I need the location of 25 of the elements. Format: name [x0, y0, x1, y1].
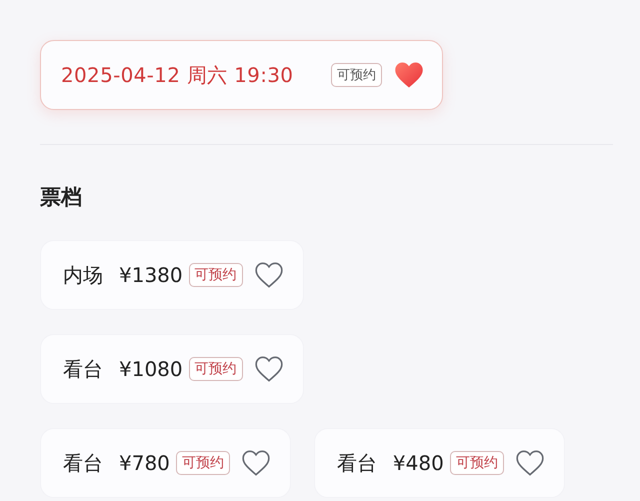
heart-outline-icon[interactable] [254, 262, 283, 288]
ticket-price: ¥480 [392, 451, 444, 475]
availability-tag: 可预约 [176, 451, 230, 475]
session-time: 2025-04-12 周六 19:30 [61, 62, 294, 88]
ticket-price: ¥1080 [119, 357, 183, 381]
ticket-price: ¥780 [119, 451, 170, 475]
filled-heart-icon[interactable] [394, 61, 424, 89]
session-option[interactable]: 2025-04-12 周六 19:30 可预约 [40, 40, 443, 110]
ticket-price: ¥1380 [119, 263, 183, 287]
heart-outline-icon[interactable] [242, 450, 270, 476]
availability-tag: 可预约 [188, 263, 243, 287]
availability-tag: 可预约 [188, 357, 243, 381]
ticket-zone: 看台 [63, 450, 103, 476]
section-title: 票档 [40, 184, 83, 211]
ticket-zone: 看台 [336, 450, 377, 476]
heart-outline-icon[interactable] [254, 356, 283, 382]
availability-tag: 可预约 [331, 63, 382, 87]
ticket-option[interactable]: 看台 ¥1080 可预约 [40, 334, 304, 404]
ticket-option[interactable]: 内场 ¥1380 可预约 [40, 240, 304, 310]
heart-outline-icon[interactable] [516, 450, 544, 476]
ticket-option[interactable]: 看台 ¥780 可预约 [40, 428, 291, 498]
availability-tag: 可预约 [450, 451, 504, 475]
ticket-option[interactable]: 看台 ¥480 可预约 [314, 428, 565, 498]
ticket-zone: 看台 [63, 356, 103, 382]
ticket-zone: 内场 [63, 262, 103, 288]
